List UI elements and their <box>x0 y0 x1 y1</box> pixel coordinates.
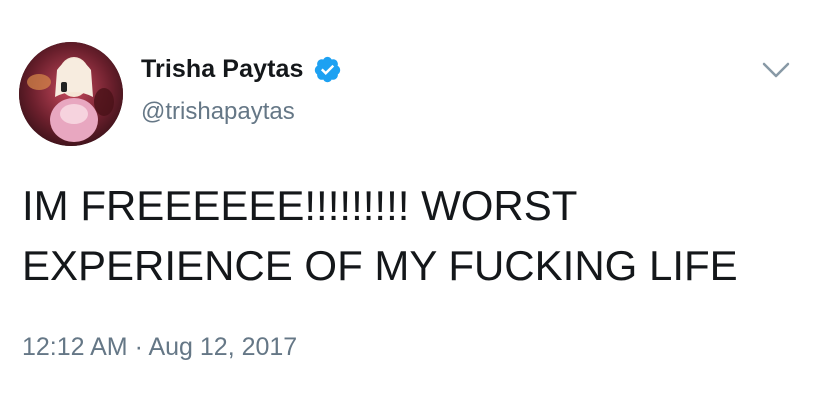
display-name[interactable]: Trisha Paytas <box>141 55 304 84</box>
author-row: Trisha Paytas <box>141 55 342 84</box>
tweet-text: IM FREEEEEE!!!!!!!!! WORST EXPERIENCE OF… <box>22 182 738 289</box>
chevron-down-icon[interactable] <box>761 58 791 82</box>
verified-badge-icon <box>314 56 340 83</box>
author-handle[interactable]: @trishapaytas <box>141 98 295 126</box>
avatar[interactable] <box>19 42 123 146</box>
tweet-card: Trisha Paytas @trishapaytas IM FREEEEEE!… <box>0 0 814 407</box>
profile-photo-icon <box>19 42 123 146</box>
tweet-timestamp[interactable]: 12:12 AM · Aug 12, 2017 <box>22 333 297 362</box>
